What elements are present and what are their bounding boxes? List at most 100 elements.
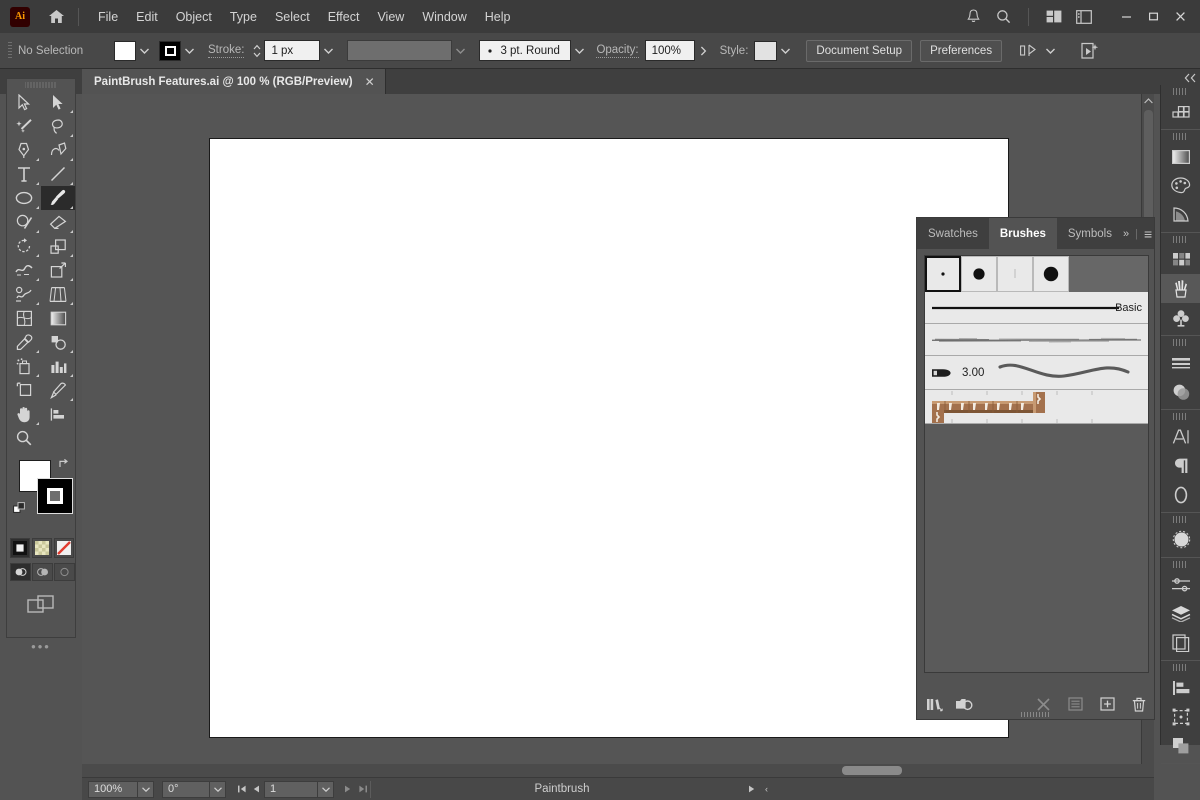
artboard-tool[interactable]: [7, 378, 41, 402]
dock-group-grip[interactable]: [1173, 561, 1188, 568]
stroke-icon[interactable]: [1161, 348, 1200, 377]
menu-item-file[interactable]: File: [89, 5, 127, 29]
preferences-button[interactable]: Preferences: [920, 39, 1003, 62]
brush-definition-field[interactable]: 3 pt. Round: [479, 40, 572, 61]
color-mode-button[interactable]: [10, 538, 30, 558]
direct-selection-tool[interactable]: [41, 90, 75, 114]
minimize-button[interactable]: [1113, 5, 1140, 29]
brush-pattern-rope[interactable]: [925, 390, 1148, 424]
tab-brushes[interactable]: Brushes: [988, 218, 1057, 249]
stroke-dropdown-caret-icon[interactable]: [181, 40, 198, 62]
variable-width-profile-field[interactable]: [347, 40, 453, 61]
new-brush-icon[interactable]: [1098, 695, 1116, 713]
zoom-level-caret-icon[interactable]: [138, 780, 154, 798]
menu-item-help[interactable]: Help: [476, 5, 520, 29]
arrange-documents-icon[interactable]: [1039, 0, 1069, 33]
dock-group-grip[interactable]: [1173, 664, 1188, 671]
color-guide-icon[interactable]: [1161, 97, 1200, 126]
opacity-expand-icon[interactable]: [695, 40, 712, 62]
home-icon[interactable]: [44, 5, 68, 29]
variable-width-caret-icon[interactable]: [452, 40, 469, 62]
menu-item-window[interactable]: Window: [413, 5, 475, 29]
magic-wand-tool[interactable]: [7, 114, 41, 138]
swap-fill-stroke-icon[interactable]: [58, 458, 71, 471]
scroll-up-icon[interactable]: [1142, 94, 1155, 108]
last-artboard-icon[interactable]: [355, 780, 370, 798]
panel-menu-icon[interactable]: ≡: [1144, 226, 1152, 242]
transparency-icon[interactable]: [1161, 377, 1200, 406]
menu-item-select[interactable]: Select: [266, 5, 319, 29]
dock-group-grip[interactable]: [1173, 88, 1188, 95]
brush-preset-5-point-flat[interactable]: [997, 256, 1033, 292]
scale-tool[interactable]: [41, 234, 75, 258]
dock-group-grip[interactable]: [1173, 413, 1188, 420]
curvature-tool[interactable]: [41, 138, 75, 162]
brushes-icon[interactable]: [1161, 274, 1200, 303]
zoom-level-field[interactable]: 100%: [88, 780, 138, 798]
brush-libraries-menu-icon[interactable]: [925, 695, 943, 713]
close-icon[interactable]: ✕: [365, 75, 375, 89]
slice-tool[interactable]: [41, 378, 75, 402]
control-bar-grip[interactable]: [8, 41, 12, 60]
workspace-switcher-icon[interactable]: [1069, 0, 1099, 33]
gradient-tool[interactable]: [41, 306, 75, 330]
style-caret-icon[interactable]: [777, 40, 794, 62]
align-icon[interactable]: [1161, 673, 1200, 702]
ellipse-tool[interactable]: [7, 186, 41, 210]
free-transform-tool[interactable]: [41, 258, 75, 282]
brush-preset-3-point-round[interactable]: [961, 256, 997, 292]
paintbrush-tool[interactable]: [41, 186, 75, 210]
transform-icon[interactable]: [1161, 702, 1200, 731]
stroke-weight-stepper[interactable]: [252, 41, 262, 61]
dock-group-grip[interactable]: [1173, 236, 1188, 243]
brush-charcoal[interactable]: [925, 324, 1148, 356]
tools-panel-grip[interactable]: [25, 82, 57, 88]
search-icon[interactable]: [988, 0, 1018, 33]
none-mode-button[interactable]: [54, 538, 74, 558]
tab-swatches[interactable]: Swatches: [917, 218, 989, 249]
rotation-caret-icon[interactable]: [210, 780, 226, 798]
vertical-scrollbar-thumb[interactable]: [1144, 110, 1153, 230]
eyedropper-tool[interactable]: [7, 330, 41, 354]
default-fill-stroke-icon[interactable]: [13, 502, 27, 516]
symbol-sprayer-tool[interactable]: [7, 354, 41, 378]
menu-item-view[interactable]: View: [368, 5, 413, 29]
draw-behind-button[interactable]: [31, 563, 53, 581]
horizontal-scrollbar-thumb[interactable]: [842, 766, 902, 775]
select-similar-icon[interactable]: [1077, 40, 1103, 62]
color-icon[interactable]: [1161, 171, 1200, 200]
appearance-icon[interactable]: [1161, 525, 1200, 554]
dock-group-grip[interactable]: [1173, 133, 1188, 140]
eraser-tool[interactable]: [41, 210, 75, 234]
fill-color-swatch[interactable]: [114, 40, 136, 61]
shaper-tool[interactable]: [7, 210, 41, 234]
brush-preset-10-point-oval[interactable]: [1033, 256, 1069, 292]
notifications-bell-icon[interactable]: [958, 0, 988, 33]
lasso-tool[interactable]: [41, 114, 75, 138]
symbols-icon[interactable]: [1161, 303, 1200, 332]
zoom-tool[interactable]: [7, 426, 41, 450]
document-setup-button[interactable]: Document Setup: [806, 39, 913, 62]
layers-icon[interactable]: [1161, 599, 1200, 628]
pen-tool[interactable]: [7, 138, 41, 162]
column-graph-tool[interactable]: [41, 354, 75, 378]
graphic-style-swatch[interactable]: [754, 40, 778, 61]
artboard-number-field[interactable]: 1: [264, 780, 318, 798]
brush-options-icon[interactable]: [1066, 695, 1084, 713]
dock-group-grip[interactable]: [1173, 516, 1188, 523]
brush-basic[interactable]: Basic: [925, 292, 1148, 324]
opacity-field[interactable]: 100%: [644, 40, 695, 61]
edit-toolbar-icon[interactable]: •••: [7, 639, 75, 654]
maximize-button[interactable]: [1140, 5, 1167, 29]
gradient-mode-button[interactable]: [32, 538, 52, 558]
menu-item-edit[interactable]: Edit: [127, 5, 167, 29]
menu-item-effect[interactable]: Effect: [319, 5, 369, 29]
artboard[interactable]: [209, 138, 1009, 738]
stroke-weight-caret-icon[interactable]: [320, 40, 337, 62]
status-menu-icon[interactable]: [744, 780, 759, 798]
mesh-tool[interactable]: [7, 306, 41, 330]
first-artboard-icon[interactable]: [234, 780, 249, 798]
brush-definition-caret-icon[interactable]: [571, 40, 588, 62]
paragraph-icon[interactable]: [1161, 451, 1200, 480]
previous-artboard-icon[interactable]: [249, 780, 264, 798]
